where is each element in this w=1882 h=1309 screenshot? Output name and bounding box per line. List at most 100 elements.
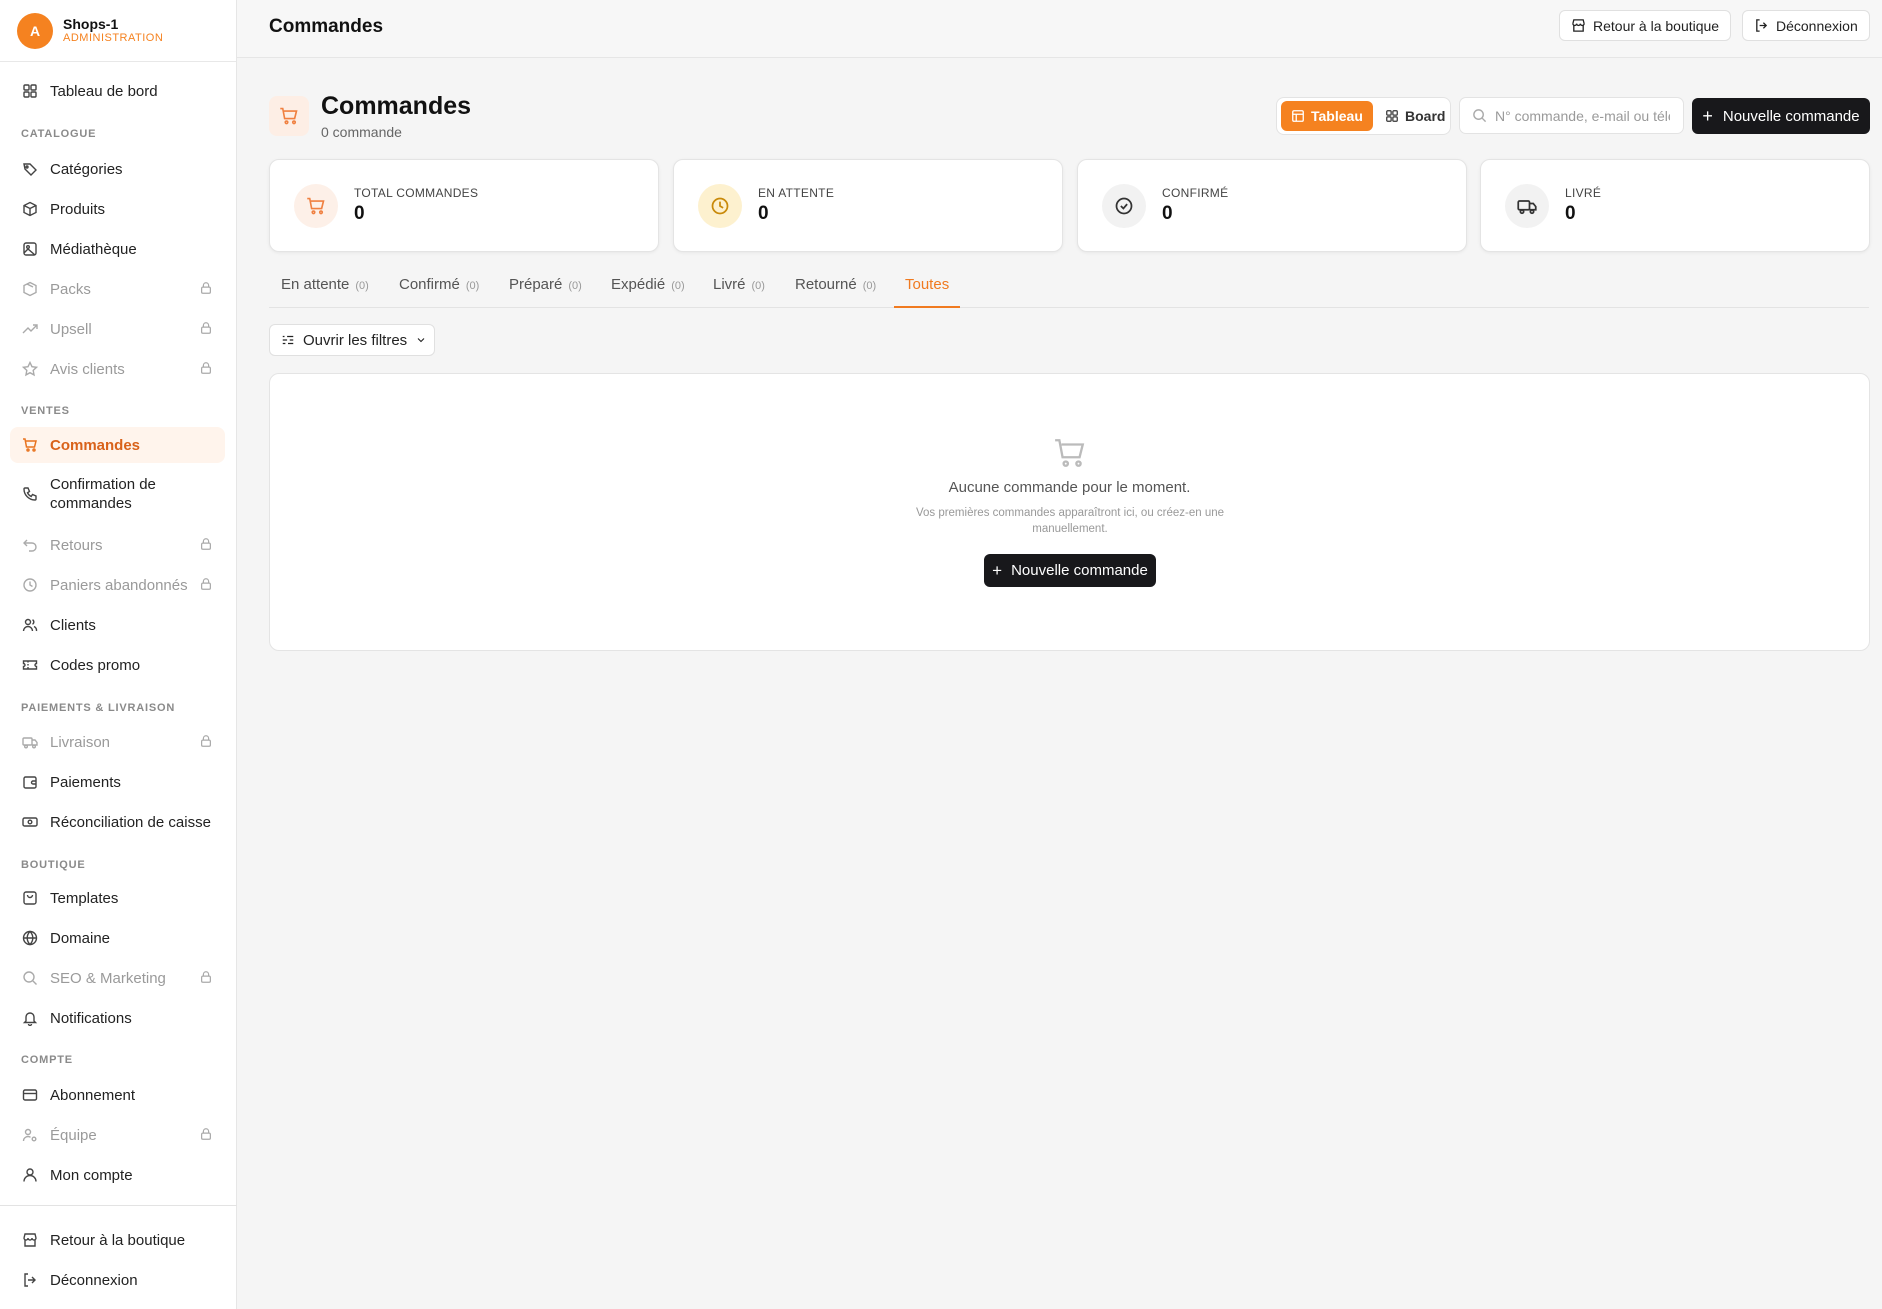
order-count: 0 commande [321,124,402,140]
empty-new-order-button[interactable]: + Nouvelle commande [984,554,1156,587]
sidebar-item-label: Déconnexion [50,1271,138,1289]
store-icon [22,1232,38,1248]
cart-icon [269,96,309,136]
tags-icon [22,161,38,177]
sidebar-item-promo-codes[interactable]: Codes promo [10,647,225,683]
sidebar-item-label: Retour à la boutique [50,1231,186,1249]
tab-confirmed[interactable]: Confirmé (0) [399,276,479,308]
sidebar-item-abandoned-carts[interactable]: Paniers abandonnés [10,567,225,603]
stat-card-total: TOTAL COMMANDES 0 [269,159,659,252]
stat-value: 0 [758,203,769,224]
tab-all[interactable]: Toutes [894,276,961,308]
tab-prepared[interactable]: Préparé (0) [509,276,582,308]
sidebar-item-upsell[interactable]: Upsell [10,311,225,347]
sidebar-footer [0,1205,237,1206]
lock-icon [201,971,211,983]
sidebar-item-order-confirmation[interactable]: Confirmation de commandes [10,470,210,518]
sidebar-item-payments[interactable]: Paiements [10,764,225,800]
open-filters-label: Ouvrir les filtres [303,331,408,349]
new-order-button[interactable]: + Nouvelle commande [1692,98,1870,134]
sidebar-item-label: Confirmation de commandes [50,475,156,513]
trending-up-icon [22,321,38,337]
sidebar-item-products[interactable]: Produits [10,191,225,227]
search-icon [22,970,38,986]
tab-label: Retourné [795,276,857,293]
filter-list-icon [282,335,294,345]
tab-count: (0) [355,280,369,292]
empty-state-subtitle: Vos premières commandes apparaîtront ici… [915,507,1225,535]
empty-state-title: Aucune commande pour le moment. [948,479,1191,496]
sidebar-item-notifications[interactable]: Notifications [10,1000,225,1036]
sidebar: A Shops-1 ADMINISTRATION Tableau de bord… [0,0,237,1309]
open-filters-button[interactable]: Ouvrir les filtres [269,324,435,356]
image-icon [22,241,38,257]
logout-icon [1756,19,1768,32]
stat-label: CONFIRMÉ [1162,186,1229,200]
search-input[interactable] [1495,107,1670,124]
sidebar-item-team[interactable]: Équipe [10,1117,225,1153]
sidebar-item-delivery[interactable]: Livraison [10,724,225,760]
brand[interactable]: A Shops-1 ADMINISTRATION [0,0,236,62]
sidebar-item-templates[interactable]: Templates [10,880,225,916]
tab-count: (0) [568,280,582,292]
empty-new-order-label: Nouvelle commande [1011,562,1148,579]
topbar: Commandes Retour à la boutique Déconnexi… [237,0,1882,58]
logout-icon [22,1272,38,1288]
tab-count: (0) [751,280,765,292]
tab-shipped[interactable]: Expédié (0) [611,276,685,308]
sidebar-item-my-account[interactable]: Mon compte [10,1157,225,1193]
view-board-button[interactable]: Board [1375,101,1455,131]
plus-icon: + [992,561,1003,580]
sidebar-item-label: Équipe [50,1126,97,1144]
sidebar-item-reviews[interactable]: Avis clients [10,351,225,387]
sidebar-item-label: Tableau de bord [50,82,158,100]
tab-delivered[interactable]: Livré (0) [713,276,765,308]
logout-button[interactable]: Déconnexion [1742,10,1870,41]
stat-value: 0 [1162,203,1173,224]
truck-icon [22,734,38,750]
orders-panel: Aucune commande pour le moment. Vos prem… [269,373,1870,651]
back-to-shop-button[interactable]: Retour à la boutique [1559,10,1732,41]
user-icon [22,1167,38,1183]
star-icon [22,361,38,377]
tab-label: Expédié [611,276,666,293]
credit-card-icon [22,1087,38,1103]
search-icon [1473,109,1487,123]
bell-icon [22,1010,38,1026]
view-table-button[interactable]: Tableau [1281,101,1373,131]
sidebar-item-cash-reconciliation[interactable]: Réconciliation de caisse [10,804,225,840]
table-icon [1292,110,1304,122]
topbar-title: Commandes [269,16,384,37]
sidebar-item-orders[interactable]: Commandes [10,427,225,463]
sidebar-item-label: SEO & Marketing [50,969,166,987]
plus-icon: + [1702,106,1713,126]
tab-pending[interactable]: En attente (0) [281,276,369,308]
stat-card-delivered: LIVRÉ 0 [1480,159,1870,252]
view-board-label: Board [1405,108,1446,124]
sidebar-item-categories[interactable]: Catégories [10,151,225,187]
lock-icon [201,1128,211,1140]
section-paiements: PAIEMENTS & LIVRAISON [21,702,176,714]
sidebar-item-customers[interactable]: Clients [10,607,225,643]
sidebar-item-dashboard[interactable]: Tableau de bord [10,73,225,109]
tab-label: Livré [713,276,746,293]
sidebar-item-seo-marketing[interactable]: SEO & Marketing [10,960,225,996]
sidebar-item-label: Paiements [50,773,121,791]
sidebar-item-label: Catégories [50,160,123,178]
sidebar-item-media[interactable]: Médiathèque [10,231,225,267]
sidebar-item-label: Médiathèque [50,240,137,258]
sidebar-item-label: Réconciliation de caisse [50,813,211,831]
sidebar-item-returns[interactable]: Retours [10,527,225,563]
banknote-icon [22,814,38,830]
brand-role: ADMINISTRATION [63,32,164,45]
cart-icon [22,437,38,453]
sidebar-item-domain[interactable]: Domaine [10,920,225,956]
sidebar-back-to-shop[interactable]: Retour à la boutique [10,1222,225,1258]
sidebar-item-subscription[interactable]: Abonnement [10,1077,225,1113]
sidebar-item-label: Upsell [50,320,92,338]
store-icon [1572,19,1585,32]
sidebar-item-packs[interactable]: Packs [10,271,225,307]
sidebar-logout[interactable]: Déconnexion [10,1262,225,1298]
tab-returned[interactable]: Retourné (0) [795,276,876,308]
globe-icon [22,930,38,946]
